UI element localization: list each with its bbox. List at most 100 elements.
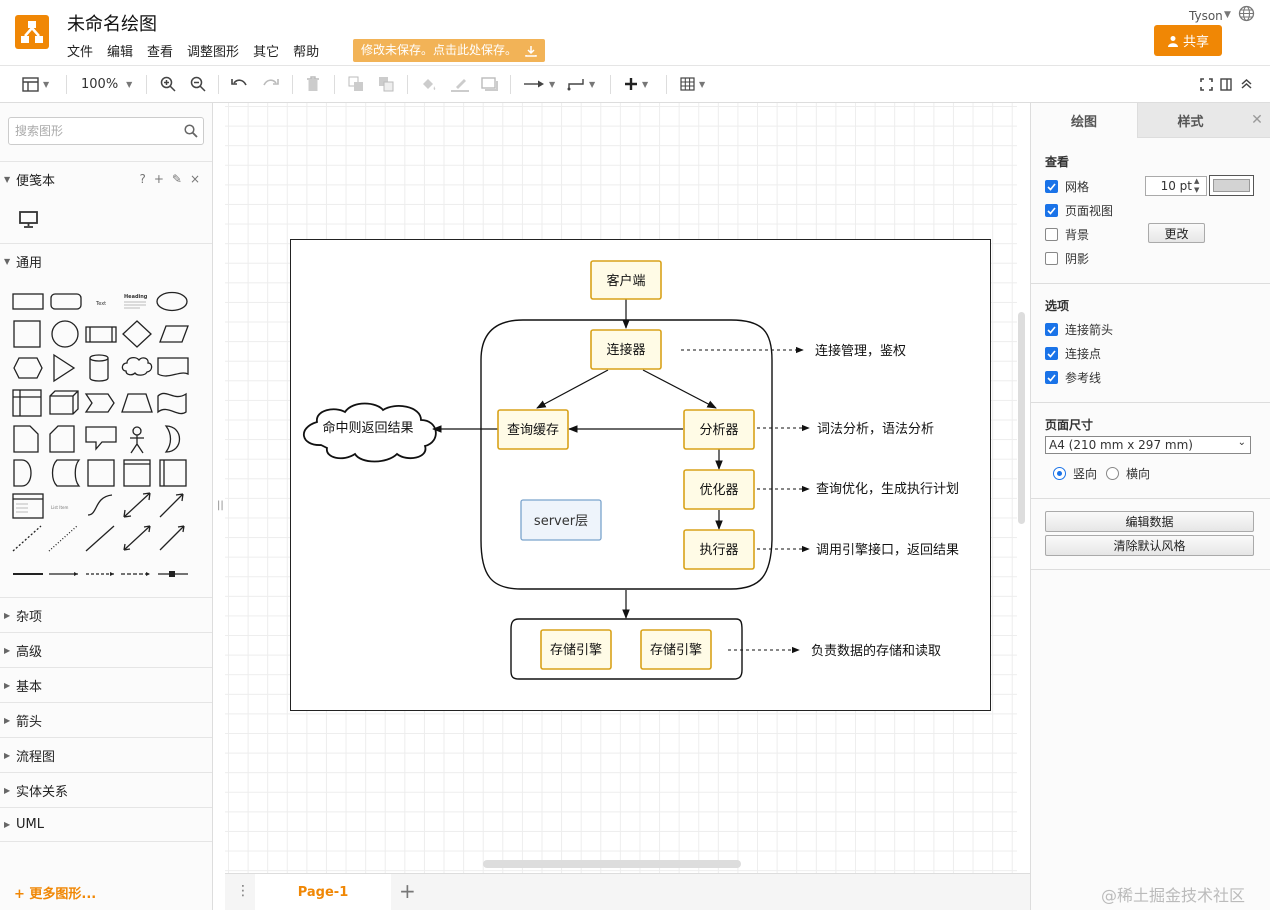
table-button[interactable]: ▼ (680, 74, 705, 94)
collapse-toolbar-button[interactable] (1241, 74, 1252, 94)
menu-edit[interactable]: 编辑 (107, 41, 133, 60)
section-scratchpad[interactable]: ▼ 便笺本 ? + ✎ × (0, 161, 212, 196)
zoom-out-button[interactable] (190, 74, 206, 94)
shadow-icon (481, 77, 498, 91)
to-back-button[interactable] (378, 74, 394, 94)
fill-color-button[interactable] (420, 74, 438, 94)
toolbar-divider (666, 75, 667, 94)
redo-button[interactable] (262, 74, 279, 94)
page-size-select[interactable]: A4 (210 mm x 297 mm) ⌄ (1045, 436, 1251, 454)
connection-points-checkbox[interactable]: 连接点 (1045, 345, 1101, 362)
close-icon[interactable]: ✕ (1243, 103, 1270, 138)
callout-shape (85, 426, 117, 451)
collapsed-arrow-icon: ▶ (4, 645, 11, 655)
or-shape (164, 425, 181, 453)
rounded-rectangle-shape (50, 293, 82, 310)
diagram-page[interactable]: 命中则返回结果 客户端 连接器 查询缓存 分析器 优化器 执行器 server层… (290, 239, 991, 711)
unsaved-changes-button[interactable]: 修改未保存。点击此处保存。 (353, 39, 546, 62)
download-icon (525, 45, 537, 57)
to-front-button[interactable] (348, 74, 364, 94)
section-arrows[interactable]: ▶ 箭头 (0, 702, 212, 737)
shadow-checkbox[interactable]: 阴影 (1045, 250, 1089, 267)
add-page-icon[interactable]: + (399, 879, 416, 903)
connection-style-select[interactable]: ▼ (523, 74, 555, 94)
table-icon (680, 77, 695, 91)
menu-extras[interactable]: 其它 (253, 41, 279, 60)
curve-shape (87, 494, 113, 516)
toggle-format-button[interactable] (1220, 74, 1232, 94)
section-uml[interactable]: ▶ UML (0, 807, 212, 842)
search-icon[interactable] (184, 124, 198, 138)
tab-diagram[interactable]: 绘图 (1031, 103, 1137, 138)
share-label: 共享 (1182, 35, 1209, 50)
connection-arrows-label: 连接箭头 (1065, 323, 1114, 337)
section-label: 通用 (16, 255, 43, 271)
pages-menu-icon[interactable]: ⋮ (236, 883, 250, 899)
menu-arrange[interactable]: 调整图形 (187, 41, 239, 60)
circle-shape (51, 320, 79, 348)
help-icon[interactable]: ? (139, 172, 145, 186)
text-shape-label: Text (95, 301, 106, 307)
chevron-double-up-icon (1241, 78, 1252, 89)
edit-data-button[interactable]: 编辑数据 (1045, 511, 1254, 532)
chevron-down-icon: ▼ (589, 79, 596, 89)
tab-style[interactable]: 样式 (1137, 103, 1243, 138)
delete-button[interactable] (306, 74, 320, 94)
menu-view[interactable]: 查看 (147, 41, 173, 60)
section-misc[interactable]: ▶ 杂项 (0, 597, 212, 632)
edit-icon[interactable]: ✎ (172, 172, 182, 186)
arrow-right-icon (524, 80, 544, 88)
general-shapes-palette[interactable]: Text Heading List Item (8, 286, 204, 586)
empty-checkbox-icon (1045, 228, 1058, 241)
fullscreen-button[interactable] (1200, 74, 1213, 94)
waypoints-select[interactable]: ▼ (567, 74, 595, 94)
bidirectional-arrow-shape (123, 492, 151, 518)
page-tab[interactable]: Page-1 (255, 874, 391, 910)
sidebar-splitter[interactable]: || (217, 500, 224, 511)
page-view-checkbox[interactable]: 页面视图 (1045, 202, 1113, 219)
section-basic[interactable]: ▶ 基本 (0, 667, 212, 702)
clear-default-style-button[interactable]: 清除默认风格 (1045, 535, 1254, 556)
section-label: 箭头 (16, 714, 43, 730)
zoom-in-button[interactable] (160, 74, 176, 94)
monitor-icon[interactable] (19, 211, 38, 228)
globe-icon[interactable] (1238, 5, 1255, 22)
undo-button[interactable] (231, 74, 248, 94)
watermark: @稀土掘金技术社区 (1101, 886, 1246, 905)
shadow-button[interactable] (481, 74, 498, 94)
landscape-radio[interactable]: 横向 (1106, 465, 1150, 482)
line-color-button[interactable] (450, 74, 470, 94)
user-caret-icon[interactable]: ▼ (1224, 10, 1231, 20)
section-entity-relation[interactable]: ▶ 实体关系 (0, 772, 212, 807)
section-advanced[interactable]: ▶ 高级 (0, 632, 212, 667)
user-name[interactable]: Tyson (1189, 9, 1223, 23)
format-panel: 绘图 样式 ✕ 查看 网格 10 pt ▲ ▼ 页面视图 背景 更改 阴影 选项 … (1030, 103, 1270, 910)
format-panel-toggle[interactable]: ▼ (22, 74, 49, 94)
connection-arrows-checkbox[interactable]: 连接箭头 (1045, 321, 1113, 338)
more-shapes-button[interactable]: + 更多图形... (14, 883, 96, 902)
background-checkbox[interactable]: 背景 (1045, 226, 1089, 243)
toolbar: ▼ 100% ▼ ▼ ▼ ▼ ▼ (0, 66, 1270, 103)
zoom-select[interactable]: 100% ▼ (81, 74, 132, 94)
document-title[interactable]: 未命名绘图 (67, 10, 157, 36)
insert-button[interactable]: ▼ (624, 74, 648, 94)
grid-size-spinner[interactable]: ▲ ▼ (1194, 177, 1199, 195)
menu-help[interactable]: 帮助 (293, 41, 319, 60)
horizontal-scrollbar[interactable] (483, 860, 741, 868)
vertical-scrollbar[interactable] (1018, 312, 1025, 524)
close-icon[interactable]: × (190, 172, 200, 186)
section-general[interactable]: ▼ 通用 (0, 243, 212, 278)
zoom-out-icon (190, 76, 206, 92)
card-shape (49, 425, 75, 453)
menu-file[interactable]: 文件 (67, 41, 93, 60)
grid-color-swatch[interactable] (1209, 175, 1254, 196)
portrait-radio[interactable]: 竖向 (1053, 465, 1097, 482)
add-icon[interactable]: + (154, 172, 164, 186)
section-flowchart[interactable]: ▶ 流程图 (0, 737, 212, 772)
grid-checkbox[interactable]: 网格 (1045, 178, 1089, 195)
guides-checkbox[interactable]: 参考线 (1045, 369, 1101, 386)
share-button[interactable]: 共享 (1154, 25, 1222, 56)
toolbar-divider (510, 75, 511, 94)
search-input[interactable] (9, 118, 169, 144)
change-background-button[interactable]: 更改 (1148, 223, 1205, 243)
